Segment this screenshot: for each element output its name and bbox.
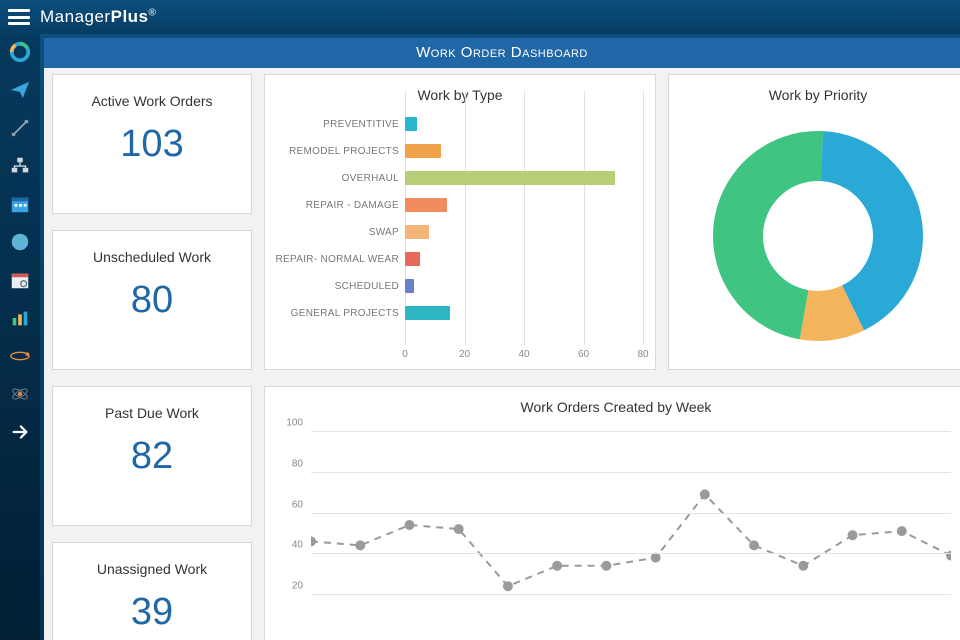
stat-title: Past Due Work: [61, 405, 243, 421]
stat-title: Active Work Orders: [61, 93, 243, 109]
bar-row: PREVENTITIVE: [405, 111, 643, 138]
x-tick: 80: [637, 349, 648, 360]
bar-label: SWAP: [273, 227, 399, 238]
bar: [405, 225, 429, 239]
stat-value: 103: [61, 123, 243, 166]
chart-title: Work by Priority: [669, 75, 960, 103]
data-point: [848, 530, 858, 540]
y-tick: 60: [275, 499, 303, 510]
chart-work-by-type[interactable]: Work by Type PREVENTITIVEREMODEL PROJECT…: [264, 74, 656, 370]
data-point: [946, 551, 951, 561]
page-title: Work Order Dashboard: [44, 38, 960, 68]
bar-label: REMODEL PROJECTS: [273, 146, 399, 157]
atom-icon[interactable]: [8, 382, 32, 406]
bar-chart-icon[interactable]: [8, 306, 32, 330]
donut-icon[interactable]: [8, 40, 32, 64]
menu-icon[interactable]: [8, 9, 30, 25]
bar-label: OVERHAUL: [273, 173, 399, 184]
bar: [405, 171, 615, 185]
brand-name-bold: Plus: [111, 7, 149, 26]
main-area: Work Order Dashboard Active Work Orders …: [40, 34, 960, 640]
stat-card-unassigned[interactable]: Unassigned Work 39: [52, 542, 252, 640]
tools-icon[interactable]: [8, 116, 32, 140]
data-point: [355, 540, 365, 550]
bar: [405, 198, 447, 212]
bar-label: GENERAL PROJECTS: [273, 308, 399, 319]
bar-row: SWAP: [405, 219, 643, 246]
data-point: [700, 489, 710, 499]
stat-value: 39: [61, 591, 243, 634]
y-tick: 20: [275, 581, 303, 592]
globe-icon[interactable]: [8, 230, 32, 254]
bar: [405, 117, 417, 131]
calendar-gear-icon[interactable]: [8, 268, 32, 292]
bar: [405, 252, 420, 266]
stat-value: 82: [61, 435, 243, 478]
stat-title: Unscheduled Work: [61, 249, 243, 265]
stat-title: Unassigned Work: [61, 561, 243, 577]
nav-rail: [0, 34, 40, 640]
dashboard-panel: Work Order Dashboard Active Work Orders …: [44, 38, 960, 640]
bar-row: REMODEL PROJECTS: [405, 138, 643, 165]
y-tick: 80: [275, 458, 303, 469]
data-point: [503, 581, 513, 591]
bar-label: SCHEDULED: [273, 281, 399, 292]
data-point: [897, 526, 907, 536]
bar-row: REPAIR- NORMAL WEAR: [405, 246, 643, 273]
bar: [405, 306, 450, 320]
line-chart: [311, 423, 951, 627]
bar: [405, 144, 441, 158]
brand-name-light: Manager: [40, 7, 111, 26]
bar-row: REPAIR - DAMAGE: [405, 192, 643, 219]
bar: [405, 279, 414, 293]
bar-row: OVERHAUL: [405, 165, 643, 192]
stat-value: 80: [61, 279, 243, 322]
y-tick: 100: [275, 418, 303, 429]
bar-row: GENERAL PROJECTS: [405, 300, 643, 327]
arrow-right-icon[interactable]: [8, 420, 32, 444]
bar-row: SCHEDULED: [405, 273, 643, 300]
stat-card-unscheduled[interactable]: Unscheduled Work 80: [52, 230, 252, 370]
data-point: [601, 561, 611, 571]
brand-registered: ®: [149, 7, 157, 18]
x-tick: 20: [459, 349, 470, 360]
bar-label: PREVENTITIVE: [273, 119, 399, 130]
x-tick: 60: [578, 349, 589, 360]
org-icon[interactable]: [8, 154, 32, 178]
chart-title: Work Orders Created by Week: [265, 387, 960, 415]
y-tick: 40: [275, 540, 303, 551]
data-point: [404, 520, 414, 530]
stat-card-pastdue[interactable]: Past Due Work 82: [52, 386, 252, 526]
data-point: [311, 536, 316, 546]
stat-card-active[interactable]: Active Work Orders 103: [52, 74, 252, 214]
chart-created-by-week[interactable]: Work Orders Created by Week 20 40 60 80 100: [264, 386, 960, 640]
x-tick: 0: [402, 349, 408, 360]
data-point: [454, 524, 464, 534]
data-point: [798, 561, 808, 571]
bar-label: REPAIR - DAMAGE: [273, 200, 399, 211]
x-tick: 40: [518, 349, 529, 360]
calendar-icon[interactable]: [8, 192, 32, 216]
data-point: [552, 561, 562, 571]
orbit-icon[interactable]: [8, 344, 32, 368]
bar-label: REPAIR- NORMAL WEAR: [273, 254, 399, 265]
brand-logo: ManagerPlus®: [40, 7, 156, 27]
paper-plane-icon[interactable]: [8, 78, 32, 102]
donut-chart: [698, 111, 938, 351]
brand-bar: ManagerPlus®: [0, 0, 960, 34]
chart-work-by-priority[interactable]: Work by Priority: [668, 74, 960, 370]
data-point: [749, 540, 759, 550]
